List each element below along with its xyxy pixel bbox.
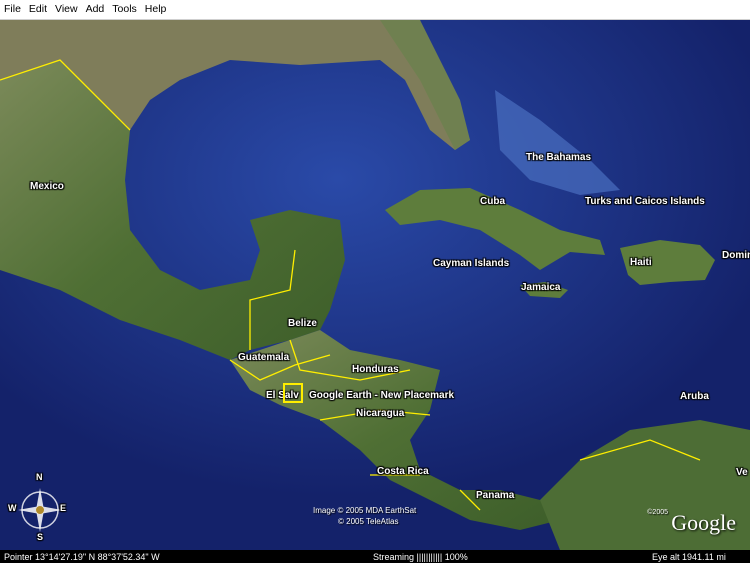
compass-control[interactable]: N S E W <box>8 472 70 542</box>
status-bar: Pointer 13°14'27.19" N 88°37'52.34" W St… <box>0 550 750 563</box>
pointer-coordinates: Pointer 13°14'27.19" N 88°37'52.34" W <box>4 551 160 562</box>
label-belize[interactable]: Belize <box>288 318 317 329</box>
menu-view[interactable]: View <box>51 0 82 19</box>
label-honduras[interactable]: Honduras <box>352 364 399 375</box>
menu-file[interactable]: File <box>0 0 25 19</box>
label-guatemala[interactable]: Guatemala <box>238 352 289 363</box>
label-cuba[interactable]: Cuba <box>480 196 505 207</box>
label-mexico[interactable]: Mexico <box>30 181 64 192</box>
compass-east: E <box>60 503 67 513</box>
label-costa-rica[interactable]: Costa Rica <box>377 466 429 477</box>
label-cayman[interactable]: Cayman Islands <box>433 258 509 269</box>
label-domrep-edge[interactable]: Dominic <box>722 250 750 261</box>
label-aruba[interactable]: Aruba <box>680 391 709 402</box>
streaming-status: Streaming ||||||||||| 100% <box>373 551 468 562</box>
label-panama[interactable]: Panama <box>476 490 514 501</box>
compass-south: S <box>37 532 44 542</box>
teleatlas-credit: © 2005 TeleAtlas <box>338 517 399 526</box>
map-canvas <box>0 20 750 550</box>
label-new-placemark[interactable]: Google Earth - New Placemark <box>309 390 454 401</box>
eye-altitude: Eye alt 1941.11 mi <box>652 551 726 562</box>
menu-bar: File Edit View Add Tools Help <box>0 0 750 20</box>
label-jamaica[interactable]: Jamaica <box>521 282 560 293</box>
menu-edit[interactable]: Edit <box>25 0 51 19</box>
label-turks-caicos[interactable]: Turks and Caicos Islands <box>585 196 705 207</box>
label-haiti[interactable]: Haiti <box>630 257 652 268</box>
google-copyright: ©2005 <box>647 509 668 516</box>
earth-view[interactable]: Mexico The Bahamas Cuba Turks and Caicos… <box>0 20 750 550</box>
menu-tools[interactable]: Tools <box>108 0 141 19</box>
placemark-marker[interactable] <box>283 383 303 403</box>
compass-north: N <box>36 472 43 482</box>
imagery-credit: Image © 2005 MDA EarthSat <box>313 506 417 515</box>
google-logo: Google <box>671 510 736 535</box>
menu-help[interactable]: Help <box>141 0 171 19</box>
menu-add[interactable]: Add <box>82 0 109 19</box>
label-bahamas[interactable]: The Bahamas <box>526 152 591 163</box>
label-venezuela-edge[interactable]: Ve <box>736 467 748 478</box>
label-nicaragua[interactable]: Nicaragua <box>356 408 404 419</box>
compass-west: W <box>8 503 17 513</box>
